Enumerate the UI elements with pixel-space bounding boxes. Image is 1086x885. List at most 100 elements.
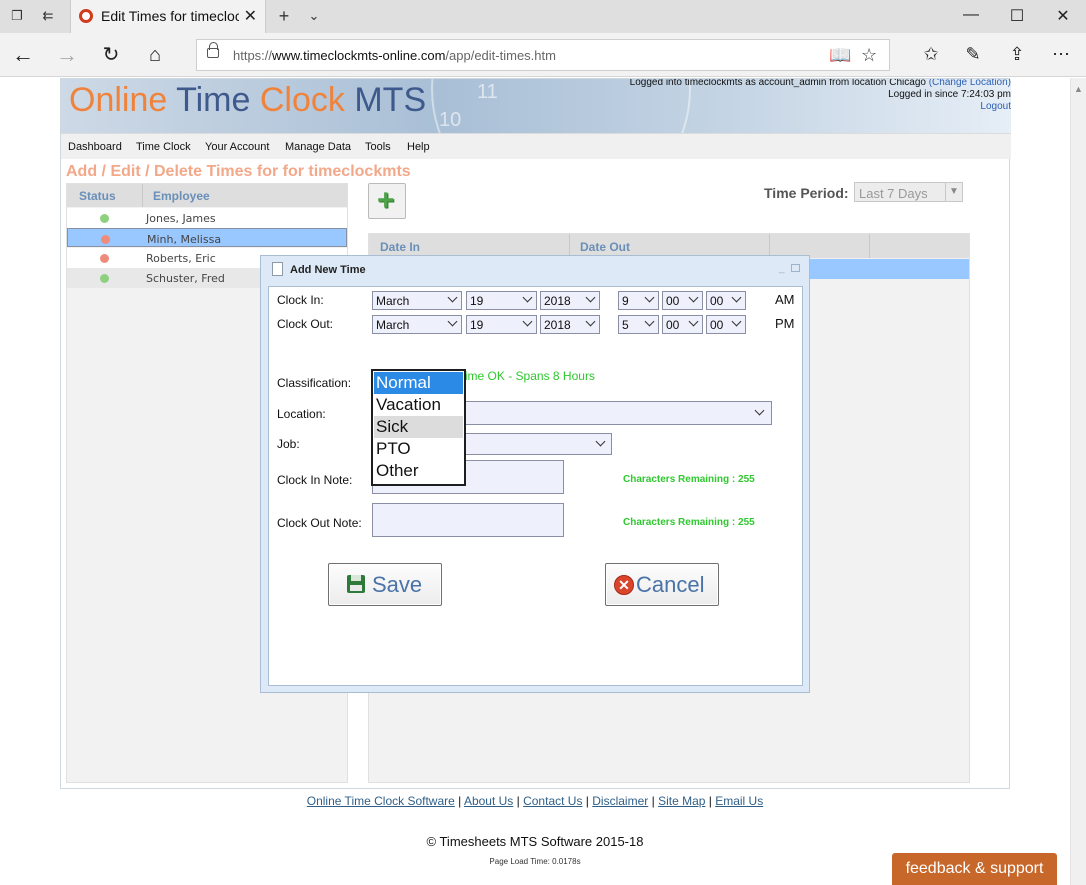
chevron-down-icon [688,292,699,303]
time-period-select[interactable]: Last 7 Days ▼ [854,182,963,202]
maximize-dialog-icon[interactable] [791,264,800,272]
menu-time-clock[interactable]: Time Clock [136,141,191,153]
address-toolbar: ← → ↻ ⌂ https://www.timeclockmts-online.… [0,33,1086,77]
clock-out-month-select[interactable]: March [372,315,462,334]
tab-actions-icon[interactable]: ❐ [9,8,25,24]
job-label: Job: [277,437,300,451]
menu-dashboard[interactable]: Dashboard [68,141,122,153]
pen-notes-icon[interactable]: ✎ [960,44,986,65]
classification-option[interactable]: Normal [374,372,463,394]
chevron-down-icon [644,316,655,327]
footer-link[interactable]: Online Time Clock Software [307,794,455,808]
menu-manage-data[interactable]: Manage Data [285,141,351,153]
clock-out-year-select[interactable]: 2018 [540,315,600,334]
share-icon[interactable]: ⇪ [1004,44,1030,65]
close-window-icon[interactable]: ✕ [1040,6,1086,26]
clock-out-ampm: PM [775,316,795,331]
minimize-dialog-icon[interactable]: _ [779,263,785,274]
favorite-star-icon[interactable]: ☆ [861,45,877,66]
footer-link[interactable]: About Us [464,794,513,808]
footer-link[interactable]: Site Map [658,794,705,808]
logout-link[interactable]: Logout [630,101,1011,113]
menu-tools[interactable]: Tools [365,141,391,153]
forward-icon[interactable]: → [54,42,80,68]
browser-tab[interactable]: Edit Times for timeclock ✕ [70,0,266,33]
chevron-down-icon [731,316,742,327]
clock-out-hour-select[interactable]: 5 [618,315,659,334]
add-time-button[interactable]: + [368,183,406,219]
clock-in-hour-select[interactable]: 9 [618,291,659,310]
clock-in-year-select[interactable]: 2018 [540,291,600,310]
clock-in-label: Clock In: [277,293,324,307]
change-location-link[interactable]: (Change Location) [929,79,1011,88]
site-logo[interactable]: Online Time Clock MTS [69,81,426,120]
chevron-down-icon [688,316,699,327]
footer-link[interactable]: Contact Us [523,794,582,808]
clock-in-month-select[interactable]: March [372,291,462,310]
document-icon [272,262,283,276]
close-tab-icon[interactable]: ✕ [244,6,257,26]
chevron-down-icon [585,316,596,327]
clock-out-second-select[interactable]: 00 [706,315,746,334]
new-tab-icon[interactable]: + [276,7,292,25]
page-title: Add / Edit / Delete Times for for timecl… [66,163,411,180]
date-in-column-header[interactable]: Date In [380,240,420,254]
employee-row[interactable]: Jones, James [67,208,347,228]
chevron-down-icon [731,292,742,303]
classification-label: Classification: [277,376,352,390]
home-icon[interactable]: ⌂ [142,42,168,68]
clock-out-note-input[interactable] [372,503,564,537]
clock-in-chars-remaining: Characters Remaining : 255 [623,474,755,485]
maximize-icon[interactable]: ☐ [994,6,1040,26]
chevron-down-icon [585,292,596,303]
refresh-icon[interactable]: ↻ [98,42,124,68]
dialog-titlebar[interactable]: Add New Time _ [261,256,809,284]
clock-in-second-select[interactable]: 00 [706,291,746,310]
dialog-body: Clock In: March 19 2018 9 00 00 AM Clock… [268,286,803,686]
favorites-hub-icon[interactable]: ✩ [918,44,944,65]
dialog-title: Add New Time [290,264,366,276]
back-icon[interactable]: ← [10,42,36,68]
classification-option[interactable]: Other [374,460,463,482]
scroll-up-icon[interactable]: ▲ [1074,84,1083,94]
menu-help[interactable]: Help [407,141,430,153]
classification-dropdown[interactable]: Normal Vacation Sick PTO Other [371,369,466,486]
feedback-button[interactable]: feedback & support [892,853,1057,885]
chevron-down-icon [595,436,606,447]
browser-tab-bar: ❐ ⇇ Edit Times for timeclock ✕ + ⌄ — ☐ ✕ [0,0,1086,33]
save-button[interactable]: Save [328,563,442,606]
chevron-down-icon [644,292,655,303]
clock-out-note-label: Clock Out Note: [277,516,362,530]
cancel-button[interactable]: ✕ Cancel [605,563,719,606]
address-field[interactable]: https://www.timeclockmts-online.com/app/… [196,39,890,71]
more-icon[interactable]: ⋯ [1048,44,1074,65]
chevron-down-icon [522,316,533,327]
time-status-message: Time OK - Spans 8 Hours [458,369,595,383]
classification-option[interactable]: Vacation [374,394,463,416]
status-indicator-icon [100,214,109,223]
status-column-header[interactable]: Status [79,189,116,203]
date-out-column-header[interactable]: Date Out [580,240,630,254]
clock-in-day-select[interactable]: 19 [466,291,537,310]
page-scrollbar[interactable]: ▲ [1070,78,1086,885]
reading-view-icon[interactable]: 📖 [829,45,851,66]
copyright: © Timesheets MTS Software 2015-18 [426,834,644,849]
cancel-x-icon: ✕ [614,575,634,595]
clock-in-minute-select[interactable]: 00 [662,291,703,310]
classification-option[interactable]: Sick [374,416,463,438]
clock-out-label: Clock Out: [277,317,334,331]
set-aside-tabs-icon[interactable]: ⇇ [40,8,56,24]
clock-out-day-select[interactable]: 19 [466,315,537,334]
tab-list-chevron-icon[interactable]: ⌄ [306,8,322,24]
clock-out-minute-select[interactable]: 00 [662,315,703,334]
employee-column-header[interactable]: Employee [153,189,210,203]
clock-in-note-label: Clock In Note: [277,473,353,487]
logged-since: Logged in since 7:24:03 pm [888,89,1011,100]
clock-numeral: 11 [477,81,498,103]
footer-link[interactable]: Disclaimer [592,794,648,808]
footer-link[interactable]: Email Us [715,794,763,808]
minimize-icon[interactable]: — [948,6,994,24]
classification-option[interactable]: PTO [374,438,463,460]
menu-your-account[interactable]: Your Account [205,141,269,153]
employee-row[interactable]: Minh, Melissa [67,228,347,247]
